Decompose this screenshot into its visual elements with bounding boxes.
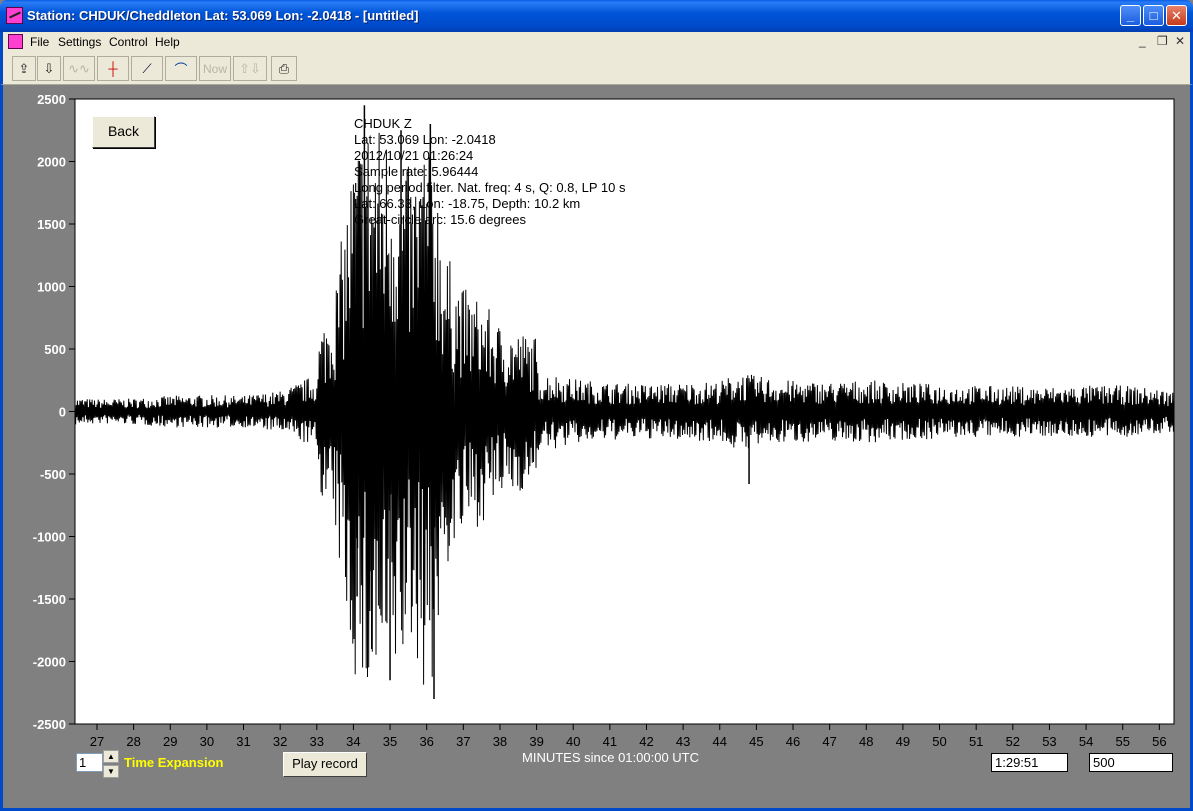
- x-tick-label: 27: [90, 734, 104, 749]
- x-tick-label: 33: [310, 734, 324, 749]
- x-tick-label: 50: [932, 734, 946, 749]
- x-tick-label: 37: [456, 734, 470, 749]
- x-tick-label: 39: [529, 734, 543, 749]
- x-tick-label: 54: [1079, 734, 1093, 749]
- x-tick-label: 31: [236, 734, 250, 749]
- x-tick-label: 28: [126, 734, 140, 749]
- x-tick-label: 43: [676, 734, 690, 749]
- time-expansion-label: Time Expansion: [124, 755, 224, 770]
- x-tick-label: 29: [163, 734, 177, 749]
- time-expansion-input[interactable]: 1: [76, 753, 103, 772]
- y-tick-label: 0: [59, 405, 66, 420]
- x-tick-label: 42: [639, 734, 653, 749]
- y-tick-label: 2000: [37, 155, 66, 170]
- y-tick-label: -500: [40, 467, 66, 482]
- x-tick-label: 45: [749, 734, 763, 749]
- y-tick-label: -2500: [33, 717, 66, 732]
- station-info-line: 2012/10/21 01:26:24: [354, 148, 473, 163]
- station-info-line: Lat: 53.069 Lon: -2.0418: [354, 132, 496, 147]
- back-button[interactable]: Back: [92, 116, 155, 148]
- x-tick-label: 52: [1006, 734, 1020, 749]
- x-tick-label: 35: [383, 734, 397, 749]
- x-tick-label: 49: [896, 734, 910, 749]
- y-tick-label: -1000: [33, 530, 66, 545]
- x-tick-label: 41: [603, 734, 617, 749]
- x-tick-label: 48: [859, 734, 873, 749]
- x-tick-label: 46: [786, 734, 800, 749]
- x-tick-label: 47: [822, 734, 836, 749]
- x-tick-label: 30: [200, 734, 214, 749]
- station-info-line: CHDUK Z: [354, 116, 412, 131]
- y-tick-label: 1000: [37, 280, 66, 295]
- x-tick-label: 40: [566, 734, 580, 749]
- x-axis-label: MINUTES since 01:00:00 UTC: [522, 750, 700, 765]
- x-tick-label: 53: [1042, 734, 1056, 749]
- station-info-line: Lat: 66.33, Lon: -18.75, Depth: 10.2 km: [354, 196, 580, 211]
- x-tick-label: 44: [713, 734, 727, 749]
- spin-up-icon[interactable]: ▲: [103, 750, 119, 763]
- y-tick-label: 2500: [37, 92, 66, 107]
- x-tick-label: 38: [493, 734, 507, 749]
- y-tick-label: -2000: [33, 655, 66, 670]
- time-field[interactable]: 1:29:51: [991, 753, 1068, 772]
- x-tick-label: 34: [346, 734, 360, 749]
- spin-down-icon[interactable]: ▼: [103, 765, 119, 778]
- x-tick-label: 51: [969, 734, 983, 749]
- seismogram-chart: 2500 2000 1500 1000 500 0 -500 -1000 -1500 -2000 -…: [33, 92, 1175, 749]
- x-tick-label: 56: [1152, 734, 1166, 749]
- play-record-button[interactable]: Play record: [283, 752, 367, 777]
- y-tick-label: 1500: [37, 217, 66, 232]
- station-info-line: Great-circle arc: 15.6 degrees: [354, 212, 526, 227]
- y-tick-label: -1500: [33, 592, 66, 607]
- scale-field[interactable]: 500: [1089, 753, 1173, 772]
- x-tick-label: 55: [1115, 734, 1129, 749]
- x-tick-label: 36: [419, 734, 433, 749]
- y-tick-label: 500: [44, 342, 66, 357]
- station-info-line: Long period filter. Nat. freq: 4 s, Q: 0…: [354, 180, 626, 195]
- x-tick-label: 32: [273, 734, 287, 749]
- station-info-line: Sample rate: 5.96444: [354, 164, 478, 179]
